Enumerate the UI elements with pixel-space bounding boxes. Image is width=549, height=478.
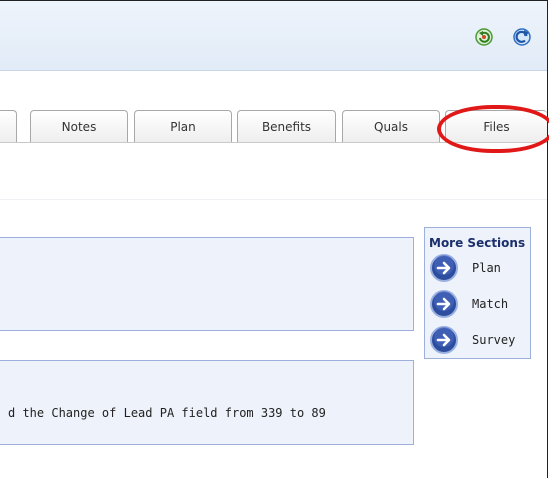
panel-bottom-text: d the Change of Lead PA field from 339 t…	[8, 406, 326, 420]
tab-plan[interactable]: Plan	[134, 110, 232, 142]
more-sections-box: More Sections Plan Match Survey	[424, 227, 531, 359]
more-sections-plan[interactable]: Plan	[429, 253, 529, 283]
more-sections-survey[interactable]: Survey	[429, 325, 529, 355]
info-panel-bottom: d the Change of Lead PA field from 339 t…	[0, 360, 414, 445]
top-toolbar	[0, 1, 547, 71]
arrow-right-icon	[430, 326, 458, 354]
tab-files[interactable]: Files	[445, 110, 547, 142]
refresh-blue-icon[interactable]	[512, 27, 532, 47]
tab-previous[interactable]	[0, 110, 17, 142]
info-panel-top	[0, 237, 414, 331]
tab-notes[interactable]: Notes	[30, 110, 128, 142]
more-sections-match-label: Match	[472, 297, 509, 311]
app-frame: Notes Plan Benefits Quals Files d the Ch…	[0, 0, 549, 478]
tab-quals[interactable]: Quals	[342, 110, 440, 142]
arrow-right-icon	[430, 254, 458, 282]
more-sections-match[interactable]: Match	[429, 289, 529, 319]
arrow-right-icon	[430, 290, 458, 318]
more-sections-plan-label: Plan	[472, 261, 501, 275]
tab-benefits[interactable]: Benefits	[237, 110, 336, 142]
more-sections-title: More Sections	[429, 236, 526, 250]
tabs-baseline	[0, 142, 547, 143]
refresh-green-icon[interactable]	[474, 27, 494, 47]
section-divider	[0, 199, 547, 200]
more-sections-survey-label: Survey	[472, 333, 516, 347]
